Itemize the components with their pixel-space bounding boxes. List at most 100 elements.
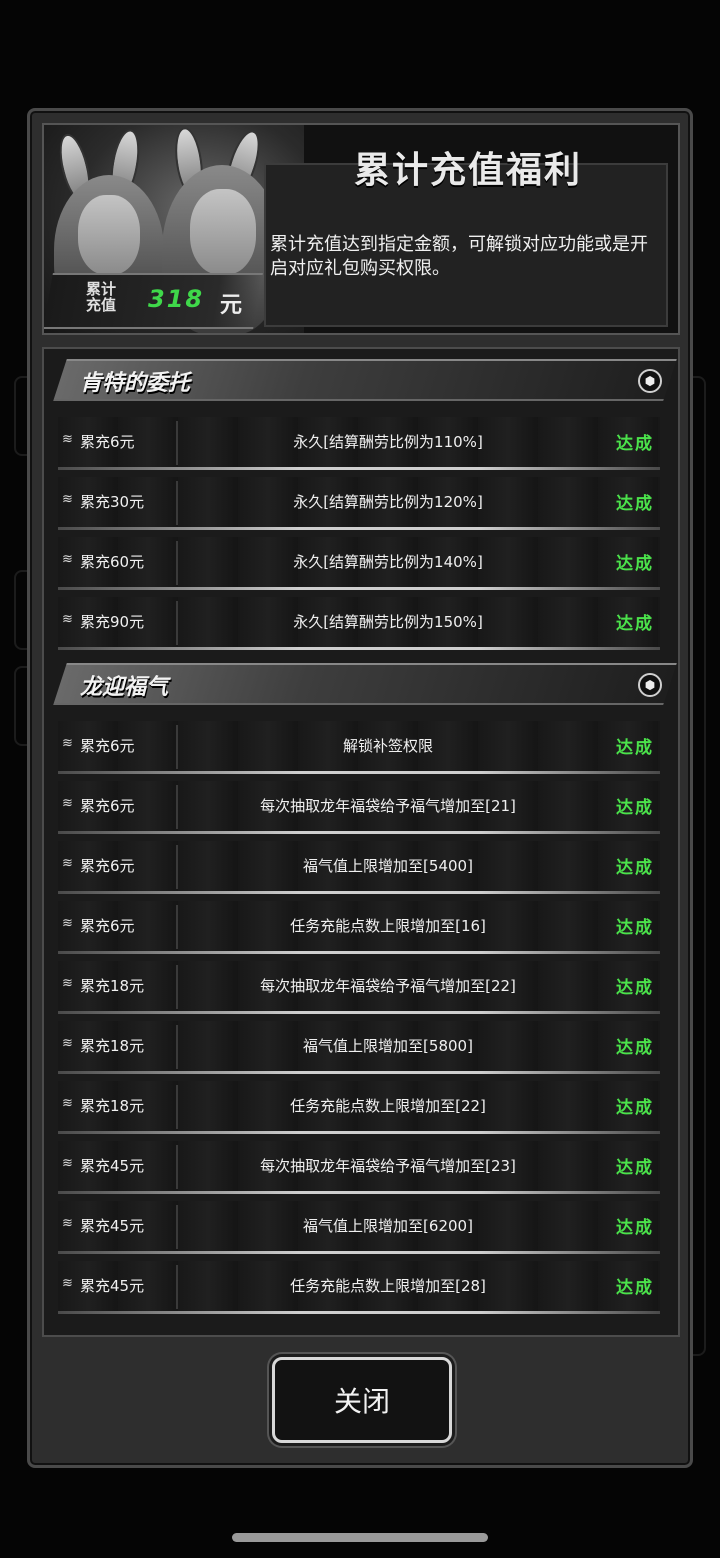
row-divider-line xyxy=(58,831,660,834)
row-divider-line xyxy=(58,1131,660,1134)
section-title: 肯特的委托 xyxy=(80,371,191,396)
column-divider xyxy=(176,1025,178,1069)
stack-icon: ≋ xyxy=(62,432,73,447)
recharge-benefits-dialog: 累计 充值 318 元 累计充值福利 累计充值达到指定金额，可解锁对应功能或是开… xyxy=(27,108,693,1468)
row-divider-line xyxy=(58,527,660,530)
total-recharge-value: 318 xyxy=(148,285,205,313)
row-description: 每次抽取龙年福袋给予福气增加至[23] xyxy=(260,1157,516,1175)
column-divider xyxy=(176,965,178,1009)
row-divider-line xyxy=(58,891,660,894)
benefit-row: ≋ 累充6元 福气值上限增加至[5400] 达成 xyxy=(58,837,660,897)
row-amount: 累充18元 xyxy=(80,1097,145,1115)
close-button[interactable]: 关闭 xyxy=(272,1357,452,1443)
row-amount: 累充18元 xyxy=(80,1037,145,1055)
status-badge: 达成 xyxy=(616,1278,654,1298)
column-divider xyxy=(176,1205,178,1249)
status-badge: 达成 xyxy=(616,1098,654,1118)
column-divider xyxy=(176,541,178,585)
home-indicator[interactable] xyxy=(232,1533,488,1542)
stack-icon: ≋ xyxy=(62,976,73,991)
row-amount: 累充45元 xyxy=(80,1157,145,1175)
row-divider-line xyxy=(58,771,660,774)
status-badge: 达成 xyxy=(616,978,654,998)
row-description: 福气值上限增加至[6200] xyxy=(303,1217,473,1235)
stack-icon: ≋ xyxy=(62,796,73,811)
column-divider xyxy=(176,725,178,769)
row-amount: 累充30元 xyxy=(80,493,145,511)
row-divider-line xyxy=(58,1011,660,1014)
row-amount: 累充6元 xyxy=(80,433,135,451)
status-badge: 达成 xyxy=(616,858,654,878)
benefit-row: ≋ 累充45元 任务充能点数上限增加至[28] 达成 xyxy=(58,1257,660,1317)
total-recharge-label-line1: 累计 xyxy=(85,280,116,298)
row-amount: 累充6元 xyxy=(80,857,135,875)
column-divider xyxy=(176,905,178,949)
total-recharge-label: 累计 充值 xyxy=(72,281,130,313)
row-amount: 累充90元 xyxy=(80,613,145,631)
row-amount: 累充60元 xyxy=(80,553,145,571)
benefit-row: ≋ 累充60元 永久[结算酬劳比例为140%] 达成 xyxy=(58,533,660,593)
stack-icon: ≋ xyxy=(62,736,73,751)
status-badge: 达成 xyxy=(616,494,654,514)
row-description: 每次抽取龙年福袋给予福气增加至[21] xyxy=(260,797,516,815)
row-amount: 累充45元 xyxy=(80,1217,145,1235)
status-badge: 达成 xyxy=(616,554,654,574)
stack-icon: ≋ xyxy=(62,492,73,507)
stack-icon: ≋ xyxy=(62,1096,73,1111)
row-divider-line xyxy=(58,1191,660,1194)
benefit-row: ≋ 累充18元 福气值上限增加至[5800] 达成 xyxy=(58,1017,660,1077)
benefit-row: ≋ 累充45元 福气值上限增加至[6200] 达成 xyxy=(58,1197,660,1257)
row-amount: 累充6元 xyxy=(80,737,135,755)
row-description: 永久[结算酬劳比例为120%] xyxy=(293,493,483,511)
row-divider-line xyxy=(58,951,660,954)
section-header: 龙迎福气 ⬢ xyxy=(50,659,677,717)
character-face xyxy=(190,189,256,275)
row-amount: 累充45元 xyxy=(80,1277,145,1295)
status-badge: 达成 xyxy=(616,918,654,938)
benefits-list[interactable]: 肯特的委托 ⬢ ≋ 累充6元 永久[结算酬劳比例为110%] 达成 ≋ 累充30元 永久[结算酬… xyxy=(42,347,680,1337)
benefit-row: ≋ 累充6元 解锁补签权限 达成 xyxy=(58,717,660,777)
stack-icon: ≋ xyxy=(62,916,73,931)
row-divider-line xyxy=(58,467,660,470)
row-description: 任务充能点数上限增加至[28] xyxy=(290,1277,486,1295)
status-badge: 达成 xyxy=(616,1158,654,1178)
status-badge: 达成 xyxy=(616,434,654,454)
status-badge: 达成 xyxy=(616,738,654,758)
hexagon-icon[interactable]: ⬢ xyxy=(638,673,662,697)
row-description: 任务充能点数上限增加至[22] xyxy=(290,1097,486,1115)
row-divider-line xyxy=(58,1071,660,1074)
row-description: 任务充能点数上限增加至[16] xyxy=(290,917,486,935)
row-divider-line xyxy=(58,1251,660,1254)
row-description: 福气值上限增加至[5800] xyxy=(303,1037,473,1055)
column-divider xyxy=(176,601,178,645)
column-divider xyxy=(176,421,178,465)
total-recharge-unit: 元 xyxy=(220,293,243,318)
stack-icon: ≋ xyxy=(62,1036,73,1051)
column-divider xyxy=(176,481,178,525)
column-divider xyxy=(176,785,178,829)
stack-icon: ≋ xyxy=(62,612,73,627)
row-amount: 累充6元 xyxy=(80,917,135,935)
column-divider xyxy=(176,1085,178,1129)
row-divider-line xyxy=(58,587,660,590)
benefit-row: ≋ 累充30元 永久[结算酬劳比例为120%] 达成 xyxy=(58,473,660,533)
stack-icon: ≋ xyxy=(62,552,73,567)
row-description: 解锁补签权限 xyxy=(342,737,433,755)
row-description: 永久[结算酬劳比例为140%] xyxy=(293,553,483,571)
page-title: 累计充值福利 xyxy=(353,150,582,191)
status-badge: 达成 xyxy=(616,1218,654,1238)
total-recharge-label-line2: 充值 xyxy=(85,296,116,314)
column-divider xyxy=(176,845,178,889)
header-description: 累计充值达到指定金额，可解锁对应功能或是开启对应礼包购买权限。 xyxy=(270,234,648,279)
row-divider-line xyxy=(58,1311,660,1314)
status-badge: 达成 xyxy=(616,1038,654,1058)
dialog-header: 累计 充值 318 元 累计充值福利 累计充值达到指定金额，可解锁对应功能或是开… xyxy=(42,123,680,335)
benefit-row: ≋ 累充6元 任务充能点数上限增加至[16] 达成 xyxy=(58,897,660,957)
column-divider xyxy=(176,1145,178,1189)
benefit-row: ≋ 累充90元 永久[结算酬劳比例为150%] 达成 xyxy=(58,593,660,653)
hexagon-icon[interactable]: ⬢ xyxy=(638,369,662,393)
row-description: 永久[结算酬劳比例为110%] xyxy=(293,433,483,451)
section-title: 龙迎福气 xyxy=(80,675,169,700)
row-divider-line xyxy=(58,647,660,650)
benefit-row: ≋ 累充18元 任务充能点数上限增加至[22] 达成 xyxy=(58,1077,660,1137)
